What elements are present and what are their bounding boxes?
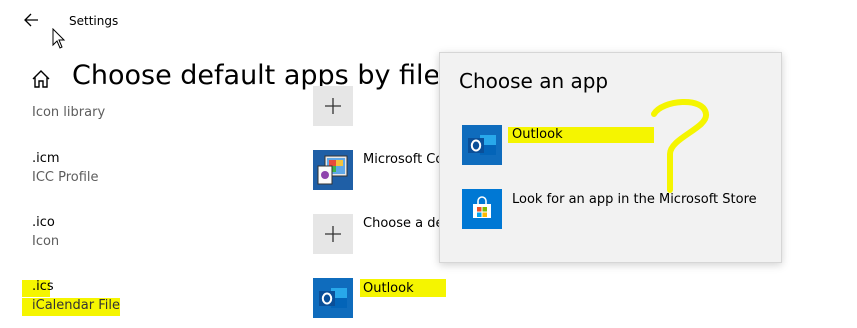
choose-default-app-button[interactable] <box>313 86 353 126</box>
choose-an-app-flyout: Choose an app Outlook Look for an app in… <box>439 52 782 263</box>
flyout-item-label: Look for an app in the Microsoft Store <box>512 192 757 207</box>
color-management-app-button[interactable] <box>313 150 353 190</box>
flyout-title: Choose an app <box>459 69 609 93</box>
plus-icon <box>325 226 341 242</box>
outlook-icon <box>462 125 502 165</box>
row-desc-icm: ICC Profile <box>32 170 99 185</box>
flyout-item-label: Outlook <box>512 127 563 142</box>
home-icon[interactable] <box>30 68 52 90</box>
page-title: Choose default apps by file type <box>72 60 438 91</box>
row-desc-icon-library: Icon library <box>32 105 106 120</box>
app-label-icm: Microsoft Co <box>363 152 439 167</box>
app-label-ics: Outlook <box>363 281 414 296</box>
question-mark-annotation <box>651 98 709 193</box>
app-label-ico: Choose a de <box>363 216 439 231</box>
row-ext-ics: .ics <box>32 279 54 294</box>
color-management-icon <box>313 150 353 190</box>
row-ext-ico: .ico <box>32 215 55 230</box>
window-title: Settings <box>69 14 119 28</box>
outlook-app-button[interactable] <box>313 278 353 318</box>
plus-icon <box>325 98 341 114</box>
row-ext-icm: .icm <box>32 151 60 166</box>
back-arrow-icon[interactable] <box>22 10 42 30</box>
outlook-icon <box>313 278 353 318</box>
row-desc-ico: Icon <box>32 234 60 249</box>
choose-default-app-button[interactable] <box>313 214 353 254</box>
mouse-cursor-icon <box>52 28 66 49</box>
store-icon <box>462 189 502 229</box>
row-desc-ics: iCalendar File <box>32 298 120 313</box>
